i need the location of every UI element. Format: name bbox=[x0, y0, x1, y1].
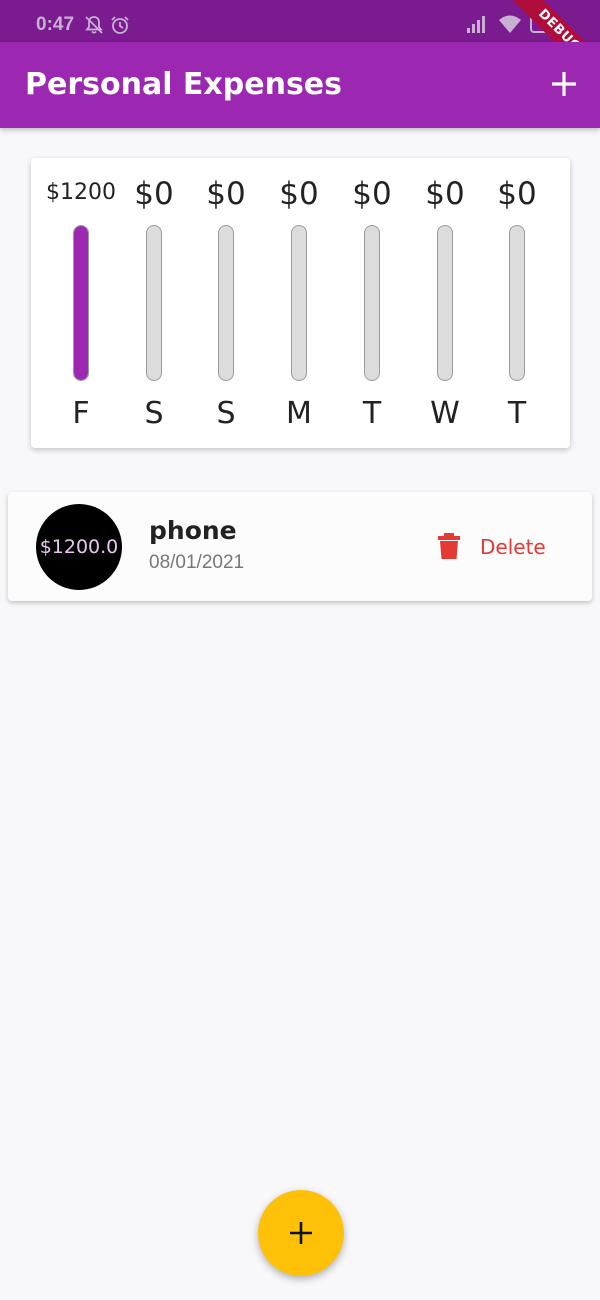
chart-bar-4: $0 T bbox=[336, 158, 408, 448]
status-bar: 0:47 bbox=[0, 0, 600, 42]
bar-day-label: S bbox=[144, 396, 164, 431]
add-icon bbox=[290, 1222, 312, 1244]
bar-amount: $0 bbox=[497, 176, 537, 212]
bar-amount: $0 bbox=[134, 176, 174, 212]
bar-day-label: T bbox=[507, 396, 527, 431]
bar-track bbox=[218, 225, 234, 381]
signal-icon bbox=[466, 13, 488, 40]
bar-track bbox=[437, 225, 453, 381]
bar-day-label: F bbox=[72, 396, 90, 431]
chart-bar-3: $0 M bbox=[263, 158, 335, 448]
app-title: Personal Expenses bbox=[25, 67, 343, 102]
bar-amount: $0 bbox=[425, 176, 465, 212]
trash-icon bbox=[436, 532, 462, 565]
bar-track bbox=[146, 225, 162, 381]
transaction-title: phone bbox=[149, 516, 237, 545]
transaction-amount-avatar: $1200.0 bbox=[36, 504, 122, 590]
chart-bar-2: $0 S bbox=[190, 158, 262, 448]
delete-label: Delete bbox=[480, 535, 546, 559]
bar-day-label: W bbox=[430, 396, 460, 431]
bar-amount: $0 bbox=[352, 176, 392, 212]
chart-bar-5: $0 W bbox=[409, 158, 481, 448]
notifications-off-icon bbox=[84, 15, 104, 40]
alarm-icon bbox=[110, 15, 130, 40]
chart-bar-0: $1200 F bbox=[45, 158, 117, 448]
bar-amount: $1200 bbox=[46, 180, 116, 205]
bar-day-label: M bbox=[286, 396, 312, 431]
chart-bar-6: $0 T bbox=[481, 158, 553, 448]
add-transaction-fab[interactable] bbox=[258, 1190, 344, 1276]
app-bar: Personal Expenses bbox=[0, 42, 600, 128]
transaction-date: 08/01/2021 bbox=[149, 552, 245, 573]
bar-track bbox=[364, 225, 380, 381]
add-transaction-button[interactable] bbox=[546, 66, 582, 102]
weekly-chart: $1200 F $0 S $0 S $0 M $0 T $0 W $0 T bbox=[31, 158, 570, 448]
bar-amount: $0 bbox=[279, 176, 319, 212]
bar-fill bbox=[74, 226, 88, 380]
status-time: 0:47 bbox=[36, 14, 75, 35]
bar-amount: $0 bbox=[206, 176, 246, 212]
bar-track bbox=[73, 225, 89, 381]
bar-day-label: S bbox=[216, 396, 236, 431]
bar-day-label: T bbox=[362, 396, 382, 431]
bar-track bbox=[509, 225, 525, 381]
transaction-item: $1200.0 phone 08/01/2021 Delete bbox=[8, 492, 592, 601]
delete-button[interactable]: Delete bbox=[432, 528, 562, 564]
bar-track bbox=[291, 225, 307, 381]
chart-bar-1: $0 S bbox=[118, 158, 190, 448]
wifi-icon bbox=[498, 13, 522, 40]
add-icon bbox=[552, 72, 576, 96]
